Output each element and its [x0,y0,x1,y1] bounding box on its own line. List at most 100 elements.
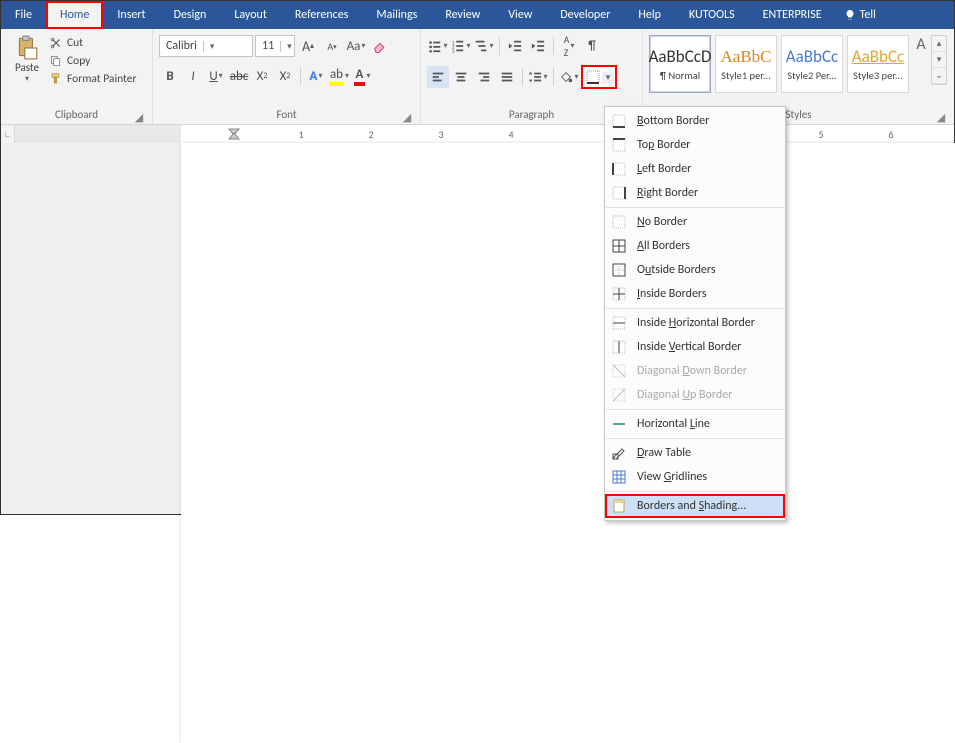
increase-indent-button[interactable] [527,35,549,57]
underline-button[interactable]: U [205,65,227,87]
numbering-button[interactable]: 123 [450,35,472,57]
cut-button[interactable]: Cut [47,35,138,51]
spacing-icon [528,70,542,84]
grow-font-button[interactable]: A▴ [297,35,319,57]
border-menu-no-border[interactable]: No Border [605,210,785,234]
border-option-label: Inside Vertical Border [637,340,741,354]
styles-scroll[interactable]: ▴▾⌄ [931,35,947,85]
border-menu-inside-borders[interactable]: Inside Borders [605,282,785,306]
border-menu-all-borders[interactable]: All Borders [605,234,785,258]
style-1[interactable]: AaBbC Style1 per... [715,35,777,93]
border-option-icon [609,496,629,516]
paste-button[interactable]: Paste ▾ [7,31,47,84]
borders-menu: Bottom Border Top Border Left Border Right … [604,106,786,521]
border-option-label: Borders and Shading... [637,499,746,513]
font-size-combo[interactable]: 11▾ [255,35,295,57]
subscript-button[interactable]: X2 [251,65,273,87]
show-marks-button[interactable]: ¶ [581,35,603,57]
font-color-button[interactable]: A [351,65,373,87]
tab-enterprise[interactable]: ENTERPRISE [749,1,836,29]
border-menu-horizontal-line[interactable]: Horizontal Line [605,412,785,436]
tab-layout[interactable]: Layout [220,1,281,29]
group-font-label: Font [276,108,296,121]
border-option-label: Right Border [637,186,698,200]
tab-kutools[interactable]: KUTOOLS [675,1,749,29]
copy-button[interactable]: Copy [47,53,138,69]
style-2[interactable]: AaBbCc Style2 Per... [781,35,843,93]
border-menu-inside-vertical-border[interactable]: Inside Vertical Border [605,335,785,359]
border-option-label: Diagonal Down Border [637,364,747,378]
align-left-button[interactable] [427,66,449,88]
superscript-button[interactable]: X2 [274,65,296,87]
shading-button[interactable] [558,66,580,88]
clipboard-launcher[interactable]: ◢ [134,111,144,121]
border-menu-draw-table[interactable]: Draw Table [605,441,785,465]
tab-file[interactable]: File [1,1,46,29]
align-center-button[interactable] [450,66,472,88]
tab-help[interactable]: Help [624,1,675,29]
border-menu-inside-horizontal-border[interactable]: Inside Horizontal Border [605,311,785,335]
border-menu-outside-borders[interactable]: Outside Borders [605,258,785,282]
border-menu-left-border[interactable]: Left Border [605,157,785,181]
highlight-button[interactable]: ab [328,65,350,87]
border-option-label: Bottom Border [637,114,709,128]
tab-view[interactable]: View [494,1,546,29]
border-option-icon [609,337,629,357]
line-spacing-button[interactable] [527,66,549,88]
change-case-button[interactable]: Aa [345,35,367,57]
border-option-label: Top Border [637,138,690,152]
text-effects-button[interactable]: A [305,65,327,87]
border-menu-view-gridlines[interactable]: View Gridlines [605,465,785,489]
borders-button[interactable]: ▾ [581,65,617,89]
border-option-label: Inside Borders [637,287,707,301]
shrink-font-button[interactable]: A▾ [321,35,343,57]
border-menu-bottom-border[interactable]: Bottom Border [605,109,785,133]
sort-button[interactable]: AZ [558,35,580,57]
decrease-indent-button[interactable] [504,35,526,57]
align-right-icon [477,70,491,84]
bold-button[interactable]: B [159,65,181,87]
border-menu-top-border[interactable]: Top Border [605,133,785,157]
border-menu-right-border[interactable]: Right Border [605,181,785,205]
border-option-label: Diagonal Up Border [637,388,732,402]
align-right-button[interactable] [473,66,495,88]
ruler[interactable]: ∟ 1 2 3 4 5 6 [1,125,954,143]
document-page[interactable] [181,143,955,743]
border-option-icon [609,284,629,304]
numbering-icon: 123 [451,39,465,53]
style-3[interactable]: AaBbCc Style3 per... [847,35,909,93]
tab-references[interactable]: References [281,1,363,29]
tab-home[interactable]: Home [46,1,103,29]
italic-button[interactable]: I [182,65,204,87]
font-launcher[interactable]: ◢ [402,111,412,121]
tab-review[interactable]: Review [431,1,494,29]
tab-developer[interactable]: Developer [546,1,624,29]
clear-format-button[interactable] [369,35,391,57]
border-option-icon [609,414,629,434]
indent-marker-icon[interactable] [227,127,241,141]
strike-button[interactable]: abc [228,65,250,87]
justify-button[interactable] [496,66,518,88]
border-icon [585,69,601,85]
border-option-icon [609,361,629,381]
font-name-combo[interactable]: Calibri▾ [159,35,253,57]
group-paragraph-label: Paragraph [509,108,554,121]
border-menu-borders-and-shading[interactable]: Borders and Shading... [605,494,785,518]
ribbon: Paste ▾ Cut Copy Format Painter Clipboar… [1,29,954,125]
bullets-button[interactable] [427,35,449,57]
border-option-label: Inside Horizontal Border [637,316,755,330]
tab-design[interactable]: Design [160,1,221,29]
border-option-icon [609,385,629,405]
border-option-label: All Borders [637,239,690,253]
tab-insert[interactable]: Insert [103,1,159,29]
tab-mailings[interactable]: Mailings [362,1,431,29]
tell-me[interactable]: Tell [836,1,884,29]
eraser-icon [372,38,388,54]
format-painter-button[interactable]: Format Painter [47,71,138,87]
style-normal[interactable]: AaBbCcD ¶ Normal [649,35,711,93]
multilevel-button[interactable] [473,35,495,57]
border-option-label: No Border [637,215,687,229]
indent-icon [531,39,545,53]
border-option-icon [609,236,629,256]
styles-launcher[interactable]: ◢ [936,111,946,121]
